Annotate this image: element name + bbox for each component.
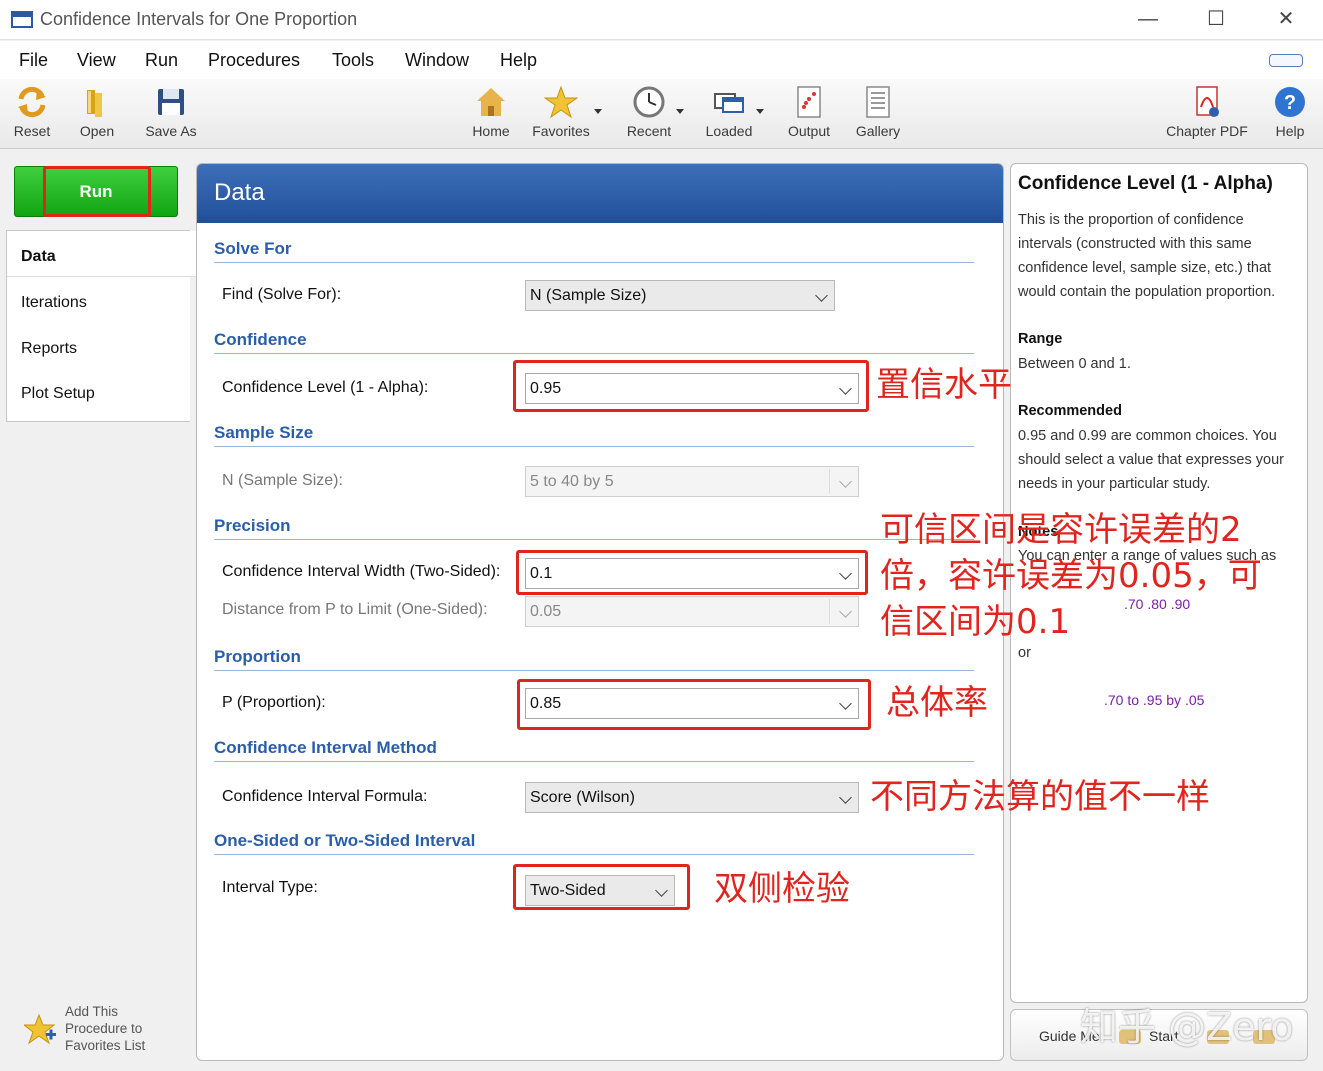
sample-size-combo: 5 to 40 by 5 [525, 466, 859, 497]
maximize-icon[interactable]: ☐ [1193, 4, 1239, 34]
section-sample-size: Sample Size [214, 423, 314, 442]
clock-icon [632, 85, 666, 119]
solve-for-label: Find (Solve For): [222, 286, 342, 303]
help-icon: ? [1273, 85, 1307, 119]
output-button[interactable]: Output [786, 85, 832, 139]
ci-width-label: Confidence Interval Width (Two-Sided): [222, 563, 501, 580]
favorite-star-icon [24, 1013, 56, 1045]
minimize-icon[interactable]: — [1125, 4, 1171, 34]
chevron-down-icon[interactable] [594, 109, 602, 114]
menu-tools[interactable]: Tools [332, 50, 374, 71]
proportion-annotation-box [517, 679, 871, 730]
help-recommended-heading: Recommended [1018, 403, 1122, 419]
section-solve-for: Solve For [214, 239, 292, 258]
window-title: Confidence Intervals for One Proportion [40, 9, 358, 29]
help-recommended-text: 0.95 and 0.99 are common choices. You sho… [1018, 428, 1284, 492]
confidence-annotation-note: 置信水平 [876, 365, 1012, 405]
run-annotation-box [43, 166, 151, 217]
watermark: 知乎 @Zero [1080, 1005, 1294, 1049]
svg-text:?: ? [1284, 92, 1296, 114]
section-ci-method: Confidence Interval Method [214, 738, 437, 757]
confidence-level-label: Confidence Level (1 - Alpha): [222, 379, 429, 396]
distance-to-limit-label: Distance from P to Limit (One-Sided): [222, 601, 488, 618]
add-to-favorites-link[interactable]: Add This Procedure to Favorites List [24, 1003, 184, 1057]
chevron-down-icon [815, 289, 828, 302]
proportion-label: P (Proportion): [222, 694, 326, 711]
chapter-pdf-button[interactable]: Chapter PDF [1164, 85, 1250, 139]
home-icon [474, 85, 508, 119]
ci-formula-select[interactable]: Score (Wilson) [525, 782, 859, 813]
save-as-button[interactable]: Save As [140, 85, 202, 139]
menu-view[interactable]: View [77, 50, 116, 71]
panel-header: Data [197, 164, 1003, 223]
chevron-down-icon [839, 605, 852, 618]
section-interval-sides: One-Sided or Two-Sided Interval [214, 831, 476, 850]
proportion-annotation-note: 总体率 [886, 683, 988, 723]
gallery-button[interactable]: Gallery [854, 85, 902, 139]
ribbon-toggle-icon[interactable] [1269, 54, 1303, 67]
help-range-heading: Range [1018, 331, 1063, 347]
menu-run[interactable]: Run [145, 50, 178, 71]
pdf-icon [1190, 85, 1224, 119]
sample-size-label: N (Sample Size): [222, 472, 343, 489]
output-icon [792, 85, 826, 119]
procedure-tabs: Data Iterations Reports Plot Setup [6, 230, 199, 422]
app-icon [11, 11, 33, 28]
section-confidence: Confidence [214, 330, 307, 349]
help-button[interactable]: ? Help [1270, 85, 1310, 139]
tab-plot-setup[interactable]: Plot Setup [21, 385, 95, 403]
save-disk-icon [154, 85, 188, 119]
gallery-icon [861, 85, 895, 119]
menu-file[interactable]: File [19, 50, 48, 71]
chevron-down-icon [839, 475, 852, 488]
open-button[interactable]: Open [76, 85, 118, 139]
help-example-2: .70 to .95 by .05 [1104, 692, 1205, 708]
distance-to-limit-combo: 0.05 [525, 596, 859, 627]
interval-type-annotation-note: 双侧检验 [714, 869, 850, 909]
star-icon [543, 85, 579, 119]
method-annotation-note: 不同方法算的值不一样 [870, 777, 1210, 817]
favorites-button[interactable]: Favorites [530, 85, 602, 139]
section-proportion: Proportion [214, 647, 301, 666]
menu-bar: File View Run Procedures Tools Window He… [0, 41, 1323, 79]
close-icon[interactable]: ✕ [1263, 4, 1309, 34]
ci-formula-label: Confidence Interval Formula: [222, 788, 428, 805]
favorites-link-text: Add This Procedure to Favorites List [65, 1004, 146, 1053]
loaded-button[interactable]: Loaded [704, 85, 764, 139]
menu-help[interactable]: Help [500, 50, 537, 71]
help-title: Confidence Level (1 - Alpha) [1018, 173, 1273, 194]
chevron-down-icon [839, 791, 852, 804]
reset-icon [15, 85, 49, 119]
toolbar: Reset Open Save As Home Favorites Recent [0, 79, 1323, 149]
menu-procedures[interactable]: Procedures [208, 50, 300, 71]
precision-annotation-note: 可信区间是容许误差的2 倍，容许误差为0.05，可 信区间为0.1 [880, 510, 1262, 642]
interval-type-annotation-box [513, 864, 690, 910]
menu-window[interactable]: Window [405, 50, 469, 71]
reset-button[interactable]: Reset [10, 85, 54, 139]
help-body: This is the proportion of confidence inte… [1018, 212, 1276, 300]
tab-reports[interactable]: Reports [21, 340, 77, 358]
precision-annotation-box [516, 550, 868, 595]
windows-icon [712, 85, 746, 119]
interval-type-label: Interval Type: [222, 879, 318, 896]
recent-button[interactable]: Recent [624, 85, 684, 139]
tab-iterations[interactable]: Iterations [21, 294, 87, 312]
open-folder-icon [80, 85, 114, 119]
tab-data[interactable]: Data [21, 248, 56, 266]
confidence-annotation-box [513, 360, 869, 412]
chevron-down-icon[interactable] [676, 109, 684, 114]
home-button[interactable]: Home [470, 85, 512, 139]
title-bar: Confidence Intervals for One Proportion … [0, 0, 1323, 40]
section-precision: Precision [214, 516, 291, 535]
help-range-text: Between 0 and 1. [1018, 356, 1131, 372]
solve-for-select[interactable]: N (Sample Size) [525, 280, 835, 311]
chevron-down-icon[interactable] [756, 109, 764, 114]
